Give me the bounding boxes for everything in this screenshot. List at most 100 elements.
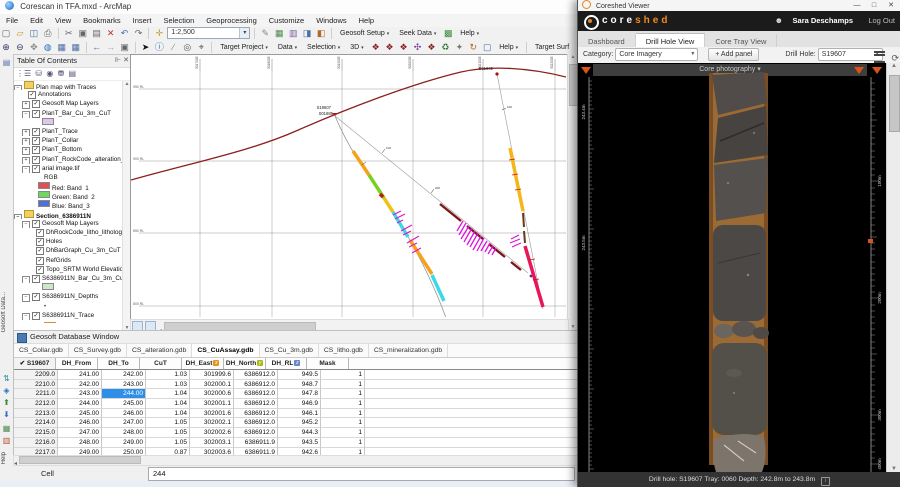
cell-east[interactable]: 302002.6: [190, 428, 234, 438]
cell-mask[interactable]: 1: [321, 408, 365, 419]
fixed-zoom-in-icon[interactable]: ▦: [56, 41, 68, 53]
map-view[interactable]: 301700E 301800E 301900E 302000E 302100E …: [130, 54, 569, 320]
menu-item[interactable]: Customize: [263, 14, 310, 27]
table-row[interactable]: 2213.0 245.00 246.00 1.04 302001.6 63869…: [14, 408, 578, 419]
target-plan-icon[interactable]: ❖: [370, 41, 382, 53]
table-row[interactable]: 2215.0 247.00 248.00 1.05 302002.6 63869…: [14, 428, 578, 438]
cell-from[interactable]: 242.00: [58, 379, 102, 390]
goto-xy-icon[interactable]: ⌖: [195, 41, 207, 53]
new-document-icon[interactable]: ▢: [0, 27, 12, 39]
cell-rl[interactable]: 948.7: [278, 379, 321, 390]
toc-header[interactable]: Table Of Contents ✕ ⊩: [14, 55, 131, 68]
db-profile-icon[interactable]: ⇅: [1, 374, 12, 384]
add-panel-button[interactable]: + Add panel: [708, 47, 760, 61]
cell-rl[interactable]: 946.1: [278, 408, 321, 419]
pan-icon[interactable]: ✥: [28, 41, 40, 53]
cell-mask[interactable]: 1: [321, 428, 365, 438]
db-down-icon[interactable]: ⬇: [1, 410, 12, 420]
cell-north[interactable]: 6386912.0: [234, 418, 278, 429]
data-frame-1[interactable]: − Plan map with Traces: [14, 81, 123, 91]
logout-link[interactable]: Log Out: [868, 16, 895, 25]
cell-north[interactable]: 6386912.0: [234, 370, 278, 380]
layer-section-trace[interactable]: − ✓ S6386911N_Trace: [14, 311, 123, 320]
layer-plant-collar[interactable]: + ✓ PlanT_Collar: [14, 136, 123, 146]
sublayer-item[interactable]: ✓ Topo_SRTM World Elevation: [14, 265, 123, 274]
col-header-hole[interactable]: ✔ S19607: [14, 358, 56, 369]
layer-section-bar[interactable]: − ✓ S6386911N_Bar_Cu_3m_CuT: [14, 274, 123, 284]
python-icon[interactable]: ◧: [315, 27, 327, 39]
cell-depth[interactable]: 2211.0: [14, 389, 58, 400]
3d-menu[interactable]: 3D ▾: [346, 41, 367, 55]
menu-item[interactable]: Bookmarks: [77, 14, 127, 27]
cell-cut[interactable]: 1.05: [146, 418, 190, 429]
cell-to[interactable]: 243.00: [102, 379, 146, 390]
close-icon[interactable]: ✕: [123, 55, 129, 67]
menu-item[interactable]: Geoprocessing: [200, 14, 262, 27]
collar-point-s01642[interactable]: [495, 72, 499, 76]
menu-item[interactable]: Windows: [310, 14, 352, 27]
options-icon[interactable]: ▤: [69, 69, 77, 78]
col-header-rl[interactable]: DH_RL z: [266, 358, 307, 369]
cell-north[interactable]: 6386912.0: [234, 408, 278, 419]
dock-icon[interactable]: ▤: [1, 58, 12, 68]
open-folder-icon[interactable]: ▱: [14, 27, 26, 39]
cell-cut[interactable]: 1.03: [146, 370, 190, 380]
cell-north[interactable]: 6386912.0: [234, 389, 278, 400]
table-row[interactable]: 2209.0 241.00 242.00 1.03 301999.6 63869…: [14, 370, 578, 380]
db-tab[interactable]: CS_litho.gdb: [319, 344, 369, 357]
cell-cut[interactable]: 1.04: [146, 408, 190, 419]
col-header-east[interactable]: DH_East x: [182, 358, 224, 369]
cell-status-value[interactable]: 244: [148, 467, 575, 481]
cell-rl[interactable]: 947.8: [278, 389, 321, 400]
refresh-section-icon[interactable]: ♻: [439, 41, 451, 53]
chevron-down-icon[interactable]: ▾: [239, 28, 250, 38]
maximize-icon[interactable]: □: [867, 0, 881, 11]
table-row[interactable]: 2212.0 244.00 245.00 1.04 302001.1 63869…: [14, 399, 578, 409]
cell-depth[interactable]: 2213.0: [14, 408, 58, 419]
layer-plant-trace[interactable]: + ✓ PlanT_Trace: [14, 127, 123, 137]
save-icon[interactable]: ◫: [28, 27, 40, 39]
cell-to[interactable]: 246.00: [102, 408, 146, 419]
window-icon[interactable]: ▢: [481, 41, 493, 53]
cell-cut[interactable]: 1.04: [146, 389, 190, 400]
layer-aerial-image[interactable]: − ✓ arial image.tif: [14, 164, 123, 173]
layer-geosoft-map-layers-2[interactable]: − ✓ Geosoft Map Layers: [14, 219, 123, 228]
data-frame-2[interactable]: − Section_6386911N: [14, 209, 123, 219]
section-map-canvas[interactable]: 301700E 301800E 301900E 302000E 302100E …: [130, 55, 567, 319]
cell-from[interactable]: 244.00: [58, 399, 102, 409]
cell-mask[interactable]: 1: [321, 399, 365, 409]
sublayer-item[interactable]: ✓ DhRockCode_litho_lithology: [14, 228, 123, 237]
forward-extent-icon[interactable]: →: [105, 41, 117, 53]
editor-toolbar-icon[interactable]: ✎: [259, 27, 271, 39]
cell-east[interactable]: 302001.6: [190, 408, 234, 419]
cell-mask[interactable]: 1: [321, 370, 365, 380]
col-header-mask[interactable]: Mask: [307, 358, 349, 369]
back-extent-icon[interactable]: ←: [91, 41, 103, 53]
db-tab[interactable]: CS_CuAssay.gdb: [192, 344, 260, 357]
cell-north[interactable]: 6386912.0: [234, 399, 278, 409]
cell-north[interactable]: 6386911.9: [234, 437, 278, 448]
measure-icon[interactable]: ∕: [167, 41, 179, 53]
db-tab[interactable]: CS_alteration.gdb: [127, 344, 193, 357]
identify-icon[interactable]: ⓘ: [153, 41, 165, 53]
target-section-icon[interactable]: ❖: [384, 41, 396, 53]
layer-plant-bar[interactable]: − ✓ PlanT_Bar_Cu_3m_CuT: [14, 109, 123, 118]
menu-item[interactable]: Help: [353, 14, 380, 27]
sublayer-item[interactable]: ✓ Holes: [14, 237, 123, 247]
cell-east[interactable]: 302000.1: [190, 379, 234, 390]
layer-geosoft-map-layers-1[interactable]: + ✓ Geosoft Map Layers: [14, 99, 123, 109]
cell-rl[interactable]: 944.3: [278, 428, 321, 438]
table-row[interactable]: 2210.0 242.00 243.00 1.03 302000.1 63869…: [14, 379, 578, 390]
list-by-selection-icon[interactable]: ⛃: [58, 69, 65, 78]
target-project-menu[interactable]: Target Project ▾: [216, 41, 272, 55]
cell-north[interactable]: 6386912.0: [234, 428, 278, 438]
sublayer-item[interactable]: ✓ RefGrids: [14, 256, 123, 265]
help-vertical-tab[interactable]: Help: [1, 452, 7, 464]
select-arrow-icon[interactable]: ➤: [139, 41, 151, 53]
cell-from[interactable]: 243.00: [58, 389, 102, 400]
layer-section-depths[interactable]: − ✓ S6386911N_Depths: [14, 292, 123, 302]
db-tab[interactable]: CS_Survey.gdb: [69, 344, 127, 357]
menu-item[interactable]: Selection: [157, 14, 200, 27]
layer-plant-bottom[interactable]: + ✓ PlanT_Bottom: [14, 145, 123, 155]
cell-from[interactable]: 247.00: [58, 428, 102, 438]
